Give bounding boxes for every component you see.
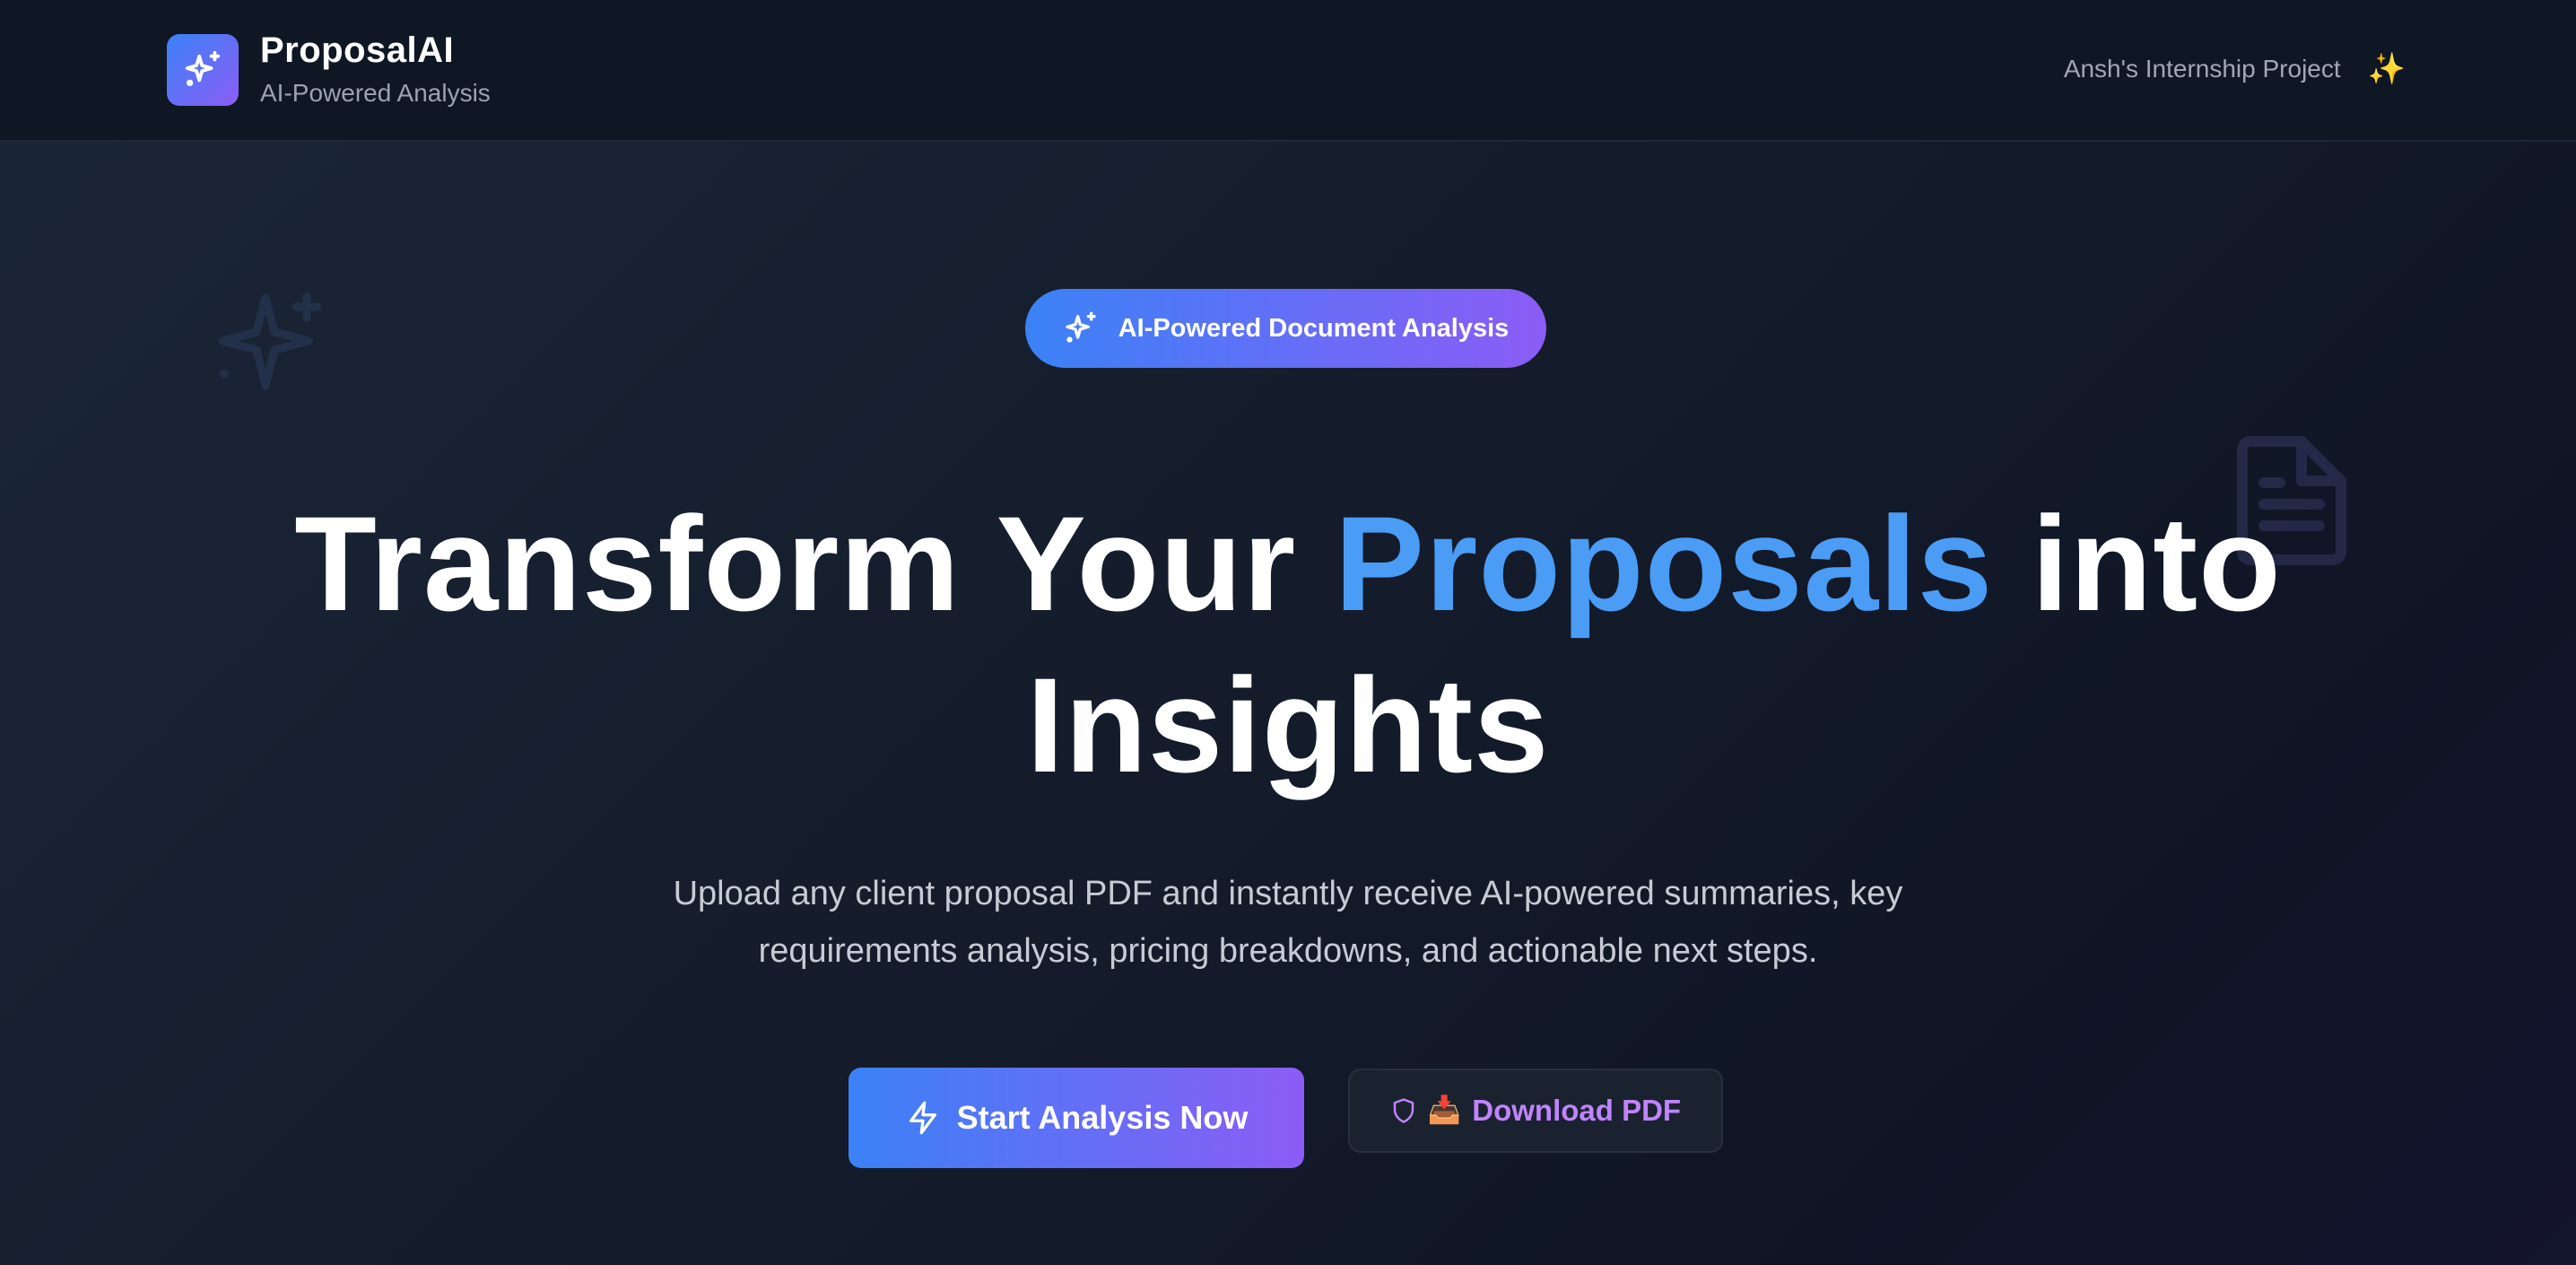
inbox-tray-icon: 📥: [1427, 1095, 1462, 1125]
decorative-sparkles-icon: [218, 292, 322, 390]
ai-analysis-badge: AI-Powered Document Analysis: [1025, 289, 1546, 368]
project-label: Ansh's Internship Project: [2063, 55, 2341, 83]
download-pdf-label: Download PDF: [1472, 1094, 1682, 1127]
start-analysis-label: Start Analysis Now: [956, 1099, 1249, 1136]
lightning-icon: [909, 1101, 936, 1135]
badge-label: AI-Powered Document Analysis: [1118, 313, 1510, 343]
hero-title: Transform Your Proposals into Insights: [212, 483, 2364, 806]
brand-tagline: AI-Powered Analysis: [260, 79, 491, 107]
download-pdf-button[interactable]: 📥 Download PDF: [1348, 1069, 1723, 1153]
brand-name[interactable]: ProposalAI: [260, 31, 454, 71]
hero-title-part1: Transform Your: [294, 488, 1335, 639]
sparkles-icon: [1066, 311, 1096, 343]
hero-title-accent: Proposals: [1334, 488, 1994, 639]
hero-subtitle: Upload any client proposal PDF and insta…: [673, 875, 1903, 970]
top-navbar: ProposalAI AI-Powered Analysis Ansh's In…: [0, 0, 2576, 142]
logo-badge[interactable]: [167, 34, 239, 106]
shield-icon: [1393, 1098, 1414, 1123]
sparkles-icon: [185, 50, 221, 87]
start-analysis-button[interactable]: Start Analysis Now: [849, 1068, 1304, 1168]
sparkle-emoji-icon: ✨: [2367, 52, 2406, 86]
header-project-info: Ansh's Internship Project ✨: [2064, 54, 2406, 84]
